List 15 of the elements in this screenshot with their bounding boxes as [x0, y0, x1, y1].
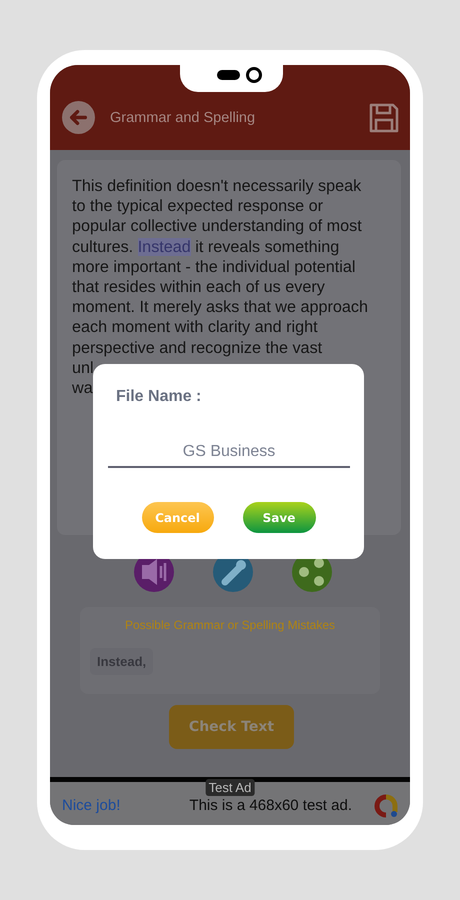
save-icon[interactable] — [368, 102, 400, 134]
file-name-label: File Name : — [116, 388, 202, 406]
document-text: wa — [72, 378, 93, 398]
save-button[interactable]: Save — [242, 502, 316, 533]
camera-lens — [246, 67, 262, 83]
test-ad-label: Test Ad — [206, 779, 254, 796]
file-name-field[interactable]: GS Business — [108, 443, 350, 468]
cancel-button[interactable]: Cancel — [142, 502, 214, 533]
ad-text[interactable]: This is a 468x60 test ad. — [189, 797, 352, 814]
check-text-button[interactable]: Check Text — [169, 705, 294, 749]
mistakes-heading: Possible Grammar or Spelling Mistakes — [124, 618, 336, 632]
screen-title: Grammar and Spelling — [110, 110, 256, 126]
document-text: unl — [72, 358, 94, 378]
speaker-slot — [217, 70, 240, 80]
ad-headline[interactable]: Nice job! — [62, 797, 120, 814]
